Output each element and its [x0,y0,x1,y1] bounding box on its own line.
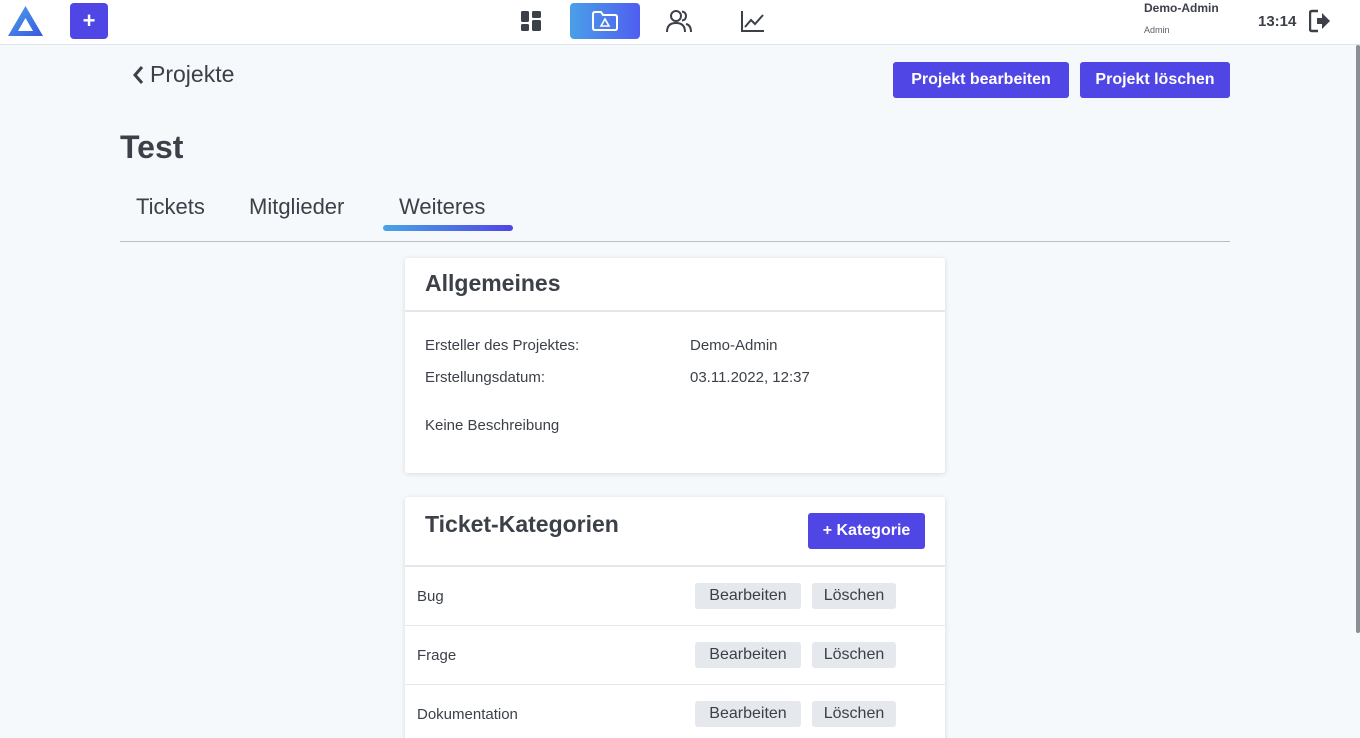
projects-folder-icon [592,11,618,31]
creator-label: Ersteller des Projektes: [425,337,580,354]
clock: 13:14 [1258,13,1297,30]
edit-category-button[interactable]: Bearbeiten [695,583,801,609]
category-row: Bug Bearbeiten Löschen [405,567,945,626]
delete-category-button[interactable]: Löschen [812,583,896,609]
edit-project-button[interactable]: Projekt bearbeiten [893,62,1069,98]
app-logo-icon[interactable] [7,5,44,37]
add-category-button[interactable]: + Kategorie [808,513,925,549]
category-name: Bug [417,588,444,605]
categories-card-header: Ticket-Kategorien + Kategorie [405,497,945,567]
active-tab-indicator [383,225,513,231]
tab-tickets[interactable]: Tickets [136,194,205,220]
nav-dashboard[interactable] [496,3,566,39]
creation-date-value: 03.11.2022, 12:37 [690,369,810,386]
back-to-projects-link[interactable]: Projekte [132,61,234,88]
project-tabs: Tickets Mitglieder Weiteres [120,192,1230,242]
statistics-icon [741,11,764,32]
delete-category-button[interactable]: Löschen [812,701,896,727]
creator-value: Demo-Admin [690,337,778,354]
delete-project-button[interactable]: Projekt löschen [1080,62,1230,98]
general-card-header: Allgemeines [405,258,945,312]
category-row: Frage Bearbeiten Löschen [405,626,945,685]
page-scrollbar[interactable] [1356,45,1360,633]
back-link-label: Projekte [150,61,235,87]
nav-projects[interactable] [570,3,640,39]
edit-category-button[interactable]: Bearbeiten [695,701,801,727]
tab-weiteres[interactable]: Weiteres [399,194,485,220]
current-user-role: Admin [1144,25,1170,35]
top-navigation-bar: + Demo-Admin Admin 13:14 [0,0,1360,45]
current-user-name: Demo-Admin [1144,1,1219,15]
edit-category-button[interactable]: Bearbeiten [695,642,801,668]
nav-statistics[interactable] [718,3,788,39]
nav-users[interactable] [644,3,714,39]
categories-card-title: Ticket-Kategorien [425,511,619,537]
category-name: Frage [417,647,457,664]
page-title: Test [120,129,184,165]
ticket-categories-card: Ticket-Kategorien + Kategorie Bug Bearbe… [405,497,945,738]
general-info-card: Allgemeines Ersteller des Projektes: Dem… [405,258,945,473]
logout-icon[interactable] [1309,9,1331,33]
creation-date-label: Erstellungsdatum: [425,369,546,386]
dashboard-icon [521,11,541,31]
create-ticket-button[interactable]: + [70,3,108,39]
project-description: Keine Beschreibung [425,417,560,434]
tab-mitglieder[interactable]: Mitglieder [249,194,344,220]
category-name: Dokumentation [417,706,518,723]
chevron-left-icon [133,65,144,84]
general-card-title: Allgemeines [425,270,561,296]
delete-category-button[interactable]: Löschen [812,642,896,668]
users-icon [666,10,692,33]
category-row: Dokumentation Bearbeiten Löschen [405,685,945,738]
